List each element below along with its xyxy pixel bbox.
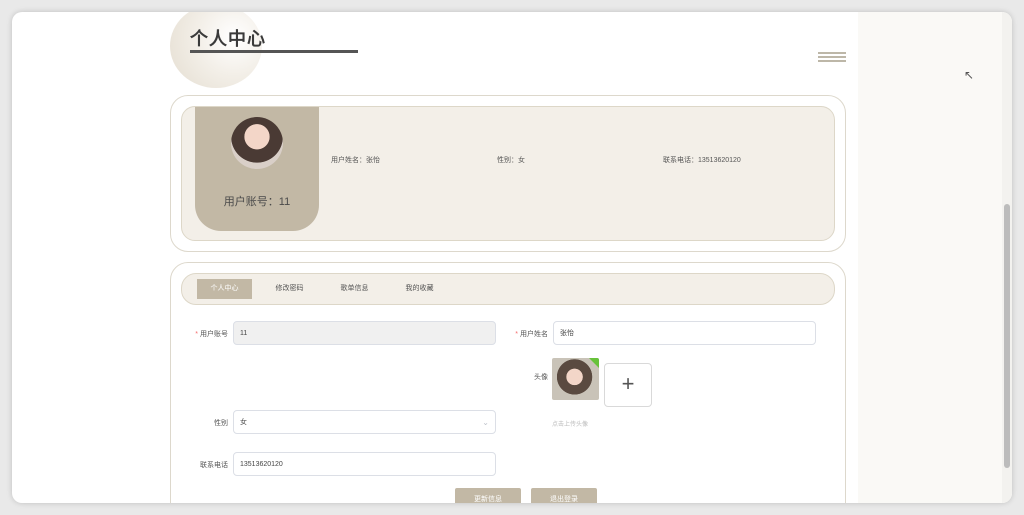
plus-icon[interactable]: + — [604, 363, 652, 407]
tab-personal-center[interactable]: 个人中心 — [197, 279, 252, 299]
page-title: 个人中心 — [190, 29, 266, 49]
logout-button[interactable]: 退出登录 — [531, 488, 597, 503]
profile-inner: 用户账号：11 用户姓名：张怡 性别：女 联系电话：13513620120 — [181, 106, 835, 241]
gender-value: 女 — [240, 419, 247, 426]
tab-my-favorites[interactable]: 我的收藏 — [392, 279, 447, 299]
tab-playlist-info[interactable]: 歌单信息 — [327, 279, 382, 299]
profile-gender: 性别：女 — [497, 157, 525, 164]
phone-input[interactable]: 13513620120 — [233, 452, 496, 476]
scrollbar-thumb[interactable] — [1004, 204, 1010, 468]
avatar-label: 头像 — [534, 374, 548, 381]
name-input[interactable]: 张怡 — [553, 321, 816, 345]
avatar-thumbnail — [552, 358, 599, 400]
account-input[interactable]: 11 — [233, 321, 496, 345]
profile-account: 用户账号：11 — [195, 193, 319, 209]
profile-card: 用户账号：11 用户姓名：张怡 性别：女 联系电话：13513620120 — [170, 95, 846, 252]
title-underline — [190, 50, 358, 53]
profile-avatar-panel: 用户账号：11 — [195, 107, 319, 231]
tabs-bar: 个人中心 修改密码 歌单信息 我的收藏 — [181, 273, 835, 305]
mouse-pointer-icon: ↖ — [964, 68, 975, 82]
avatar — [231, 117, 283, 169]
right-shade — [858, 12, 1012, 503]
upload-hint: 点击上传头像 — [552, 422, 589, 428]
profile-account-value: 11 — [278, 196, 291, 208]
phone-label: 联系电话 — [200, 462, 228, 469]
update-button[interactable]: 更新信息 — [455, 488, 521, 503]
hamburger-icon[interactable] — [818, 52, 846, 64]
profile-phone: 联系电话：13513620120 — [663, 157, 741, 164]
tab-change-password[interactable]: 修改密码 — [262, 279, 317, 299]
gender-select[interactable]: 女 ⌄ — [233, 410, 496, 434]
chevron-down-icon: ⌄ — [482, 418, 489, 427]
name-label: * 用户姓名 — [515, 331, 548, 338]
profile-account-label: 用户账号： — [223, 196, 279, 208]
profile-name: 用户姓名：张怡 — [331, 157, 380, 164]
gender-label: 性别 — [214, 420, 228, 427]
browser-window: ↖ 个人中心 用户账号：11 用户姓名：张怡 性别：女 联系电话：1351362… — [12, 12, 1012, 503]
account-label: * 用户账号 — [195, 331, 228, 338]
